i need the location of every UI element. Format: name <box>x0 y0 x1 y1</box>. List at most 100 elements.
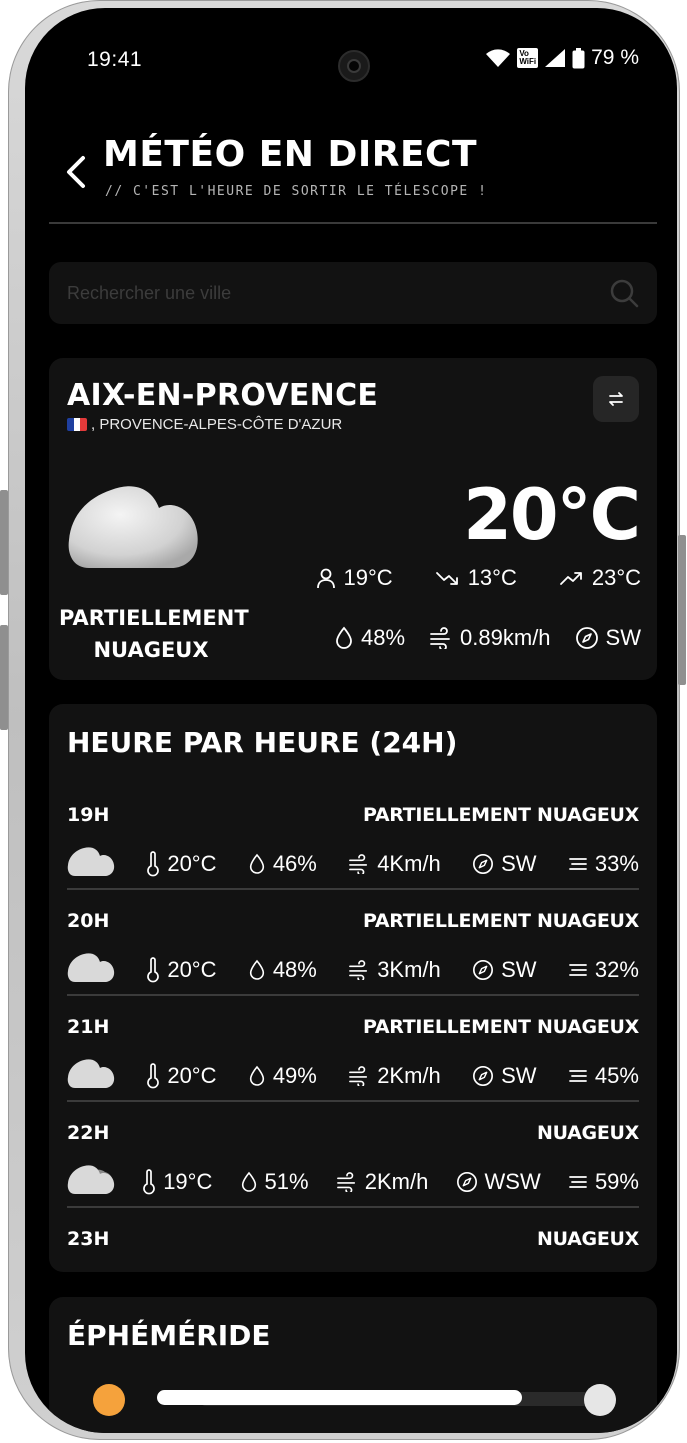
hour-details: 20°C 48% 3Km/h SW 32% <box>67 950 639 990</box>
current-condition: PARTIELLEMENT NUAGEUX <box>59 602 249 666</box>
hour-direction: SW <box>472 1063 537 1089</box>
feels-like-value: 19°C <box>343 565 393 590</box>
hour-direction: WSW <box>456 1169 541 1195</box>
swap-city-button[interactable] <box>593 376 639 422</box>
hour-direction: SW <box>472 851 537 877</box>
wifi-icon <box>486 49 511 67</box>
wind-speed-stat: 0.89km/h <box>429 625 551 651</box>
row-divider <box>67 1206 639 1208</box>
hour-humidity-value: 48% <box>272 957 317 982</box>
hour-temp-value: 20°C <box>167 1063 217 1088</box>
signal-icon <box>545 49 566 67</box>
max-temp-value: 23°C <box>591 565 641 590</box>
home-indicator[interactable] <box>157 1390 522 1405</box>
hour-humidity: 49% <box>248 1063 317 1089</box>
hour-temp-value: 19°C <box>163 1169 213 1194</box>
wind-icon <box>349 1066 368 1086</box>
hour-label: 20H <box>67 910 110 932</box>
page-subtitle: // C'EST L'HEURE DE SORTIR LE TÉLESCOPE … <box>105 184 488 199</box>
hour-temp-value: 20°C <box>167 851 217 876</box>
volte-icon: Vo WiFi <box>517 48 539 68</box>
hour-wind: 2Km/h <box>348 1063 441 1089</box>
cloud-cover-icon <box>568 964 587 976</box>
wind-icon <box>336 1172 355 1192</box>
hour-condition: PARTIELLEMENT NUAGEUX <box>362 910 639 932</box>
hour-label: 21H <box>67 1016 110 1038</box>
thermometer-icon <box>147 851 160 877</box>
wind-direction-stat: SW <box>575 625 641 651</box>
min-temp-value: 13°C <box>467 565 517 590</box>
hour-humidity: 51% <box>240 1169 309 1195</box>
hour-label: 19H <box>67 804 110 826</box>
hourly-row: 20H PARTIELLEMENT NUAGEUX 20°C 48% 3Km/h… <box>67 910 639 1016</box>
cloud-cover-icon <box>569 1176 587 1188</box>
hour-wind: 3Km/h <box>348 957 441 983</box>
hour-wind-value: 2Km/h <box>377 1063 441 1088</box>
hour-clouds-value: 32% <box>594 957 639 982</box>
hour-direction-value: SW <box>501 1063 537 1088</box>
front-camera <box>338 50 370 82</box>
hour-direction-value: WSW <box>484 1169 541 1194</box>
moon-icon <box>584 1384 616 1416</box>
humidity-value: 48% <box>361 625 406 650</box>
back-chevron-icon[interactable] <box>63 152 89 192</box>
city-search-input[interactable] <box>49 262 657 324</box>
hour-details: 19°C 51% 2Km/h WSW 59% <box>67 1162 639 1202</box>
hourly-forecast-card: HEURE PAR HEURE (24H) 19H PARTIELLEMENT … <box>49 704 657 1272</box>
hour-humidity-value: 49% <box>272 1063 317 1088</box>
battery-percent: 79 % <box>591 46 639 69</box>
screen: 19:41 Vo WiFi 79 % MÉTÉO EN DIRECT // C'E… <box>25 8 677 1433</box>
hourly-row: 19H PARTIELLEMENT NUAGEUX 20°C 46% 4Km/h… <box>67 804 639 910</box>
hour-wind: 2Km/h <box>336 1169 429 1195</box>
hour-label: 23H <box>67 1228 110 1250</box>
search-icon[interactable] <box>609 278 639 308</box>
cloudy-icon <box>67 1162 115 1202</box>
hour-wind-value: 2Km/h <box>364 1169 429 1194</box>
page-header: MÉTÉO EN DIRECT // C'EST L'HEURE DE SORT… <box>63 130 639 226</box>
hour-condition: NUAGEUX <box>536 1122 639 1144</box>
sun-icon <box>93 1384 125 1416</box>
hour-wind-value: 3Km/h <box>377 957 441 982</box>
person-icon <box>316 568 335 589</box>
hour-condition: PARTIELLEMENT NUAGEUX <box>362 804 639 826</box>
hourly-title: HEURE PAR HEURE (24H) <box>67 726 458 759</box>
hour-humidity: 46% <box>248 851 317 877</box>
hour-clouds: 33% <box>568 851 639 877</box>
droplet-icon <box>249 1065 264 1086</box>
min-temp-stat: 13°C <box>435 565 517 591</box>
condition-line-1: PARTIELLEMENT <box>59 606 249 630</box>
header-divider <box>49 222 657 224</box>
max-temp-stat: 23°C <box>559 565 641 591</box>
condition-line-2: NUAGEUX <box>93 638 209 662</box>
hour-temp: 20°C <box>146 1063 216 1089</box>
wind-speed-value: 0.89km/h <box>460 625 551 650</box>
hour-direction: SW <box>472 957 537 983</box>
city-name: AIX-EN-PROVENCE <box>67 378 379 413</box>
hour-clouds: 45% <box>568 1063 639 1089</box>
compass-icon <box>456 1172 477 1192</box>
phone-frame: 19:41 Vo WiFi 79 % MÉTÉO EN DIRECT // C'E… <box>0 0 686 1440</box>
thermometer-icon <box>147 1063 160 1089</box>
status-time: 19:41 <box>87 48 143 71</box>
temperature-stats: 19°C 13°C 23°C <box>315 565 641 591</box>
row-divider <box>67 888 639 890</box>
hour-condition: NUAGEUX <box>536 1228 639 1250</box>
feels-like-stat: 19°C <box>315 565 393 591</box>
compass-icon <box>473 854 494 874</box>
compass-icon <box>473 1066 494 1086</box>
compass-icon <box>575 627 598 649</box>
side-button-right <box>678 535 686 685</box>
hour-label: 22H <box>67 1122 110 1144</box>
status-bar: 19:41 Vo WiFi 79 % <box>25 8 677 118</box>
hour-wind-value: 4Km/h <box>377 851 441 876</box>
france-flag-icon <box>67 418 87 431</box>
row-divider <box>67 994 639 996</box>
hour-clouds: 59% <box>568 1169 639 1195</box>
thermometer-icon <box>147 957 160 983</box>
hour-humidity-value: 46% <box>272 851 317 876</box>
hourly-row: 21H PARTIELLEMENT NUAGEUX 20°C 49% 2Km/h… <box>67 1016 639 1122</box>
droplet-icon <box>249 853 264 874</box>
droplet-icon <box>241 1171 256 1192</box>
wind-icon <box>349 960 368 980</box>
hour-humidity: 48% <box>248 957 317 983</box>
